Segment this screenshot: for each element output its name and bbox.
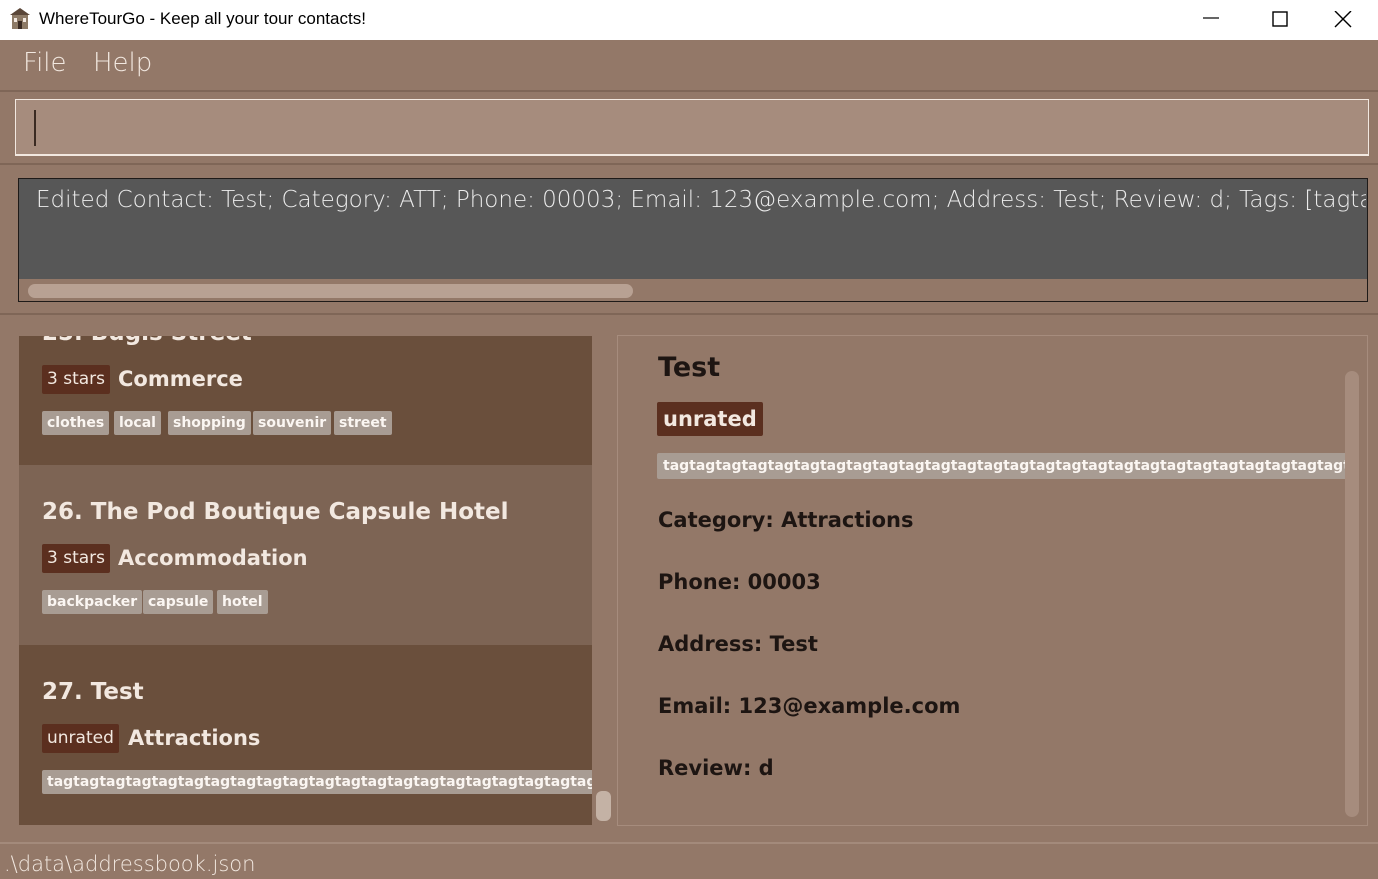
detail-email: Email: 123@example.com [658,694,961,718]
text-caret [34,110,36,146]
tag-badge: tagtagtagtagtagtagtagtagtagtagtagtagtagt… [42,770,592,794]
list-item[interactable]: 26. The Pod Boutique Capsule Hotel 3 sta… [19,465,592,645]
detail-address: Address: Test [658,632,818,656]
detail-category: Category: Attractions [658,508,914,532]
menu-help[interactable]: Help [93,48,152,78]
tag-badge: local [114,411,161,435]
scrollbar-thumb[interactable] [28,284,633,298]
category-label: Attractions [128,726,261,750]
rating-badge: 3 stars [42,544,111,573]
detail-scrollbar[interactable] [1345,371,1359,817]
menu-file[interactable]: File [23,48,67,78]
minimize-icon [1203,17,1219,19]
rating-badge: unrated [42,724,119,753]
list-item[interactable]: 25. Bugis Street 3 stars Commerce clothe… [19,336,592,481]
tag-badge: clothes [42,411,110,435]
rating-badge: 3 stars [42,365,111,394]
result-display[interactable]: Edited Contact: Test; Category: ATT; Pho… [18,178,1368,302]
contact-name: 26. The Pod Boutique Capsule Hotel [42,499,509,525]
status-bar: .\data\addressbook.json [0,842,1378,879]
tag-badge: shopping [168,411,251,435]
category-label: Commerce [118,367,243,391]
list-item[interactable]: 27. Test unrated Attractions tagtagtagta… [19,645,592,825]
maximize-icon [1272,11,1288,27]
detail-tag-badge: tagtagtagtagtagtagtagtagtagtagtagtagtagt… [657,453,1347,479]
list-scrollbar-thumb[interactable] [596,791,611,821]
tag-badge: hotel [217,590,268,614]
result-text: Edited Contact: Test; Category: ATT; Pho… [36,187,1366,213]
detail-review: Review: d [658,756,774,780]
tag-badge: street [334,411,392,435]
minimize-button[interactable] [1176,0,1246,40]
file-path: .\data\addressbook.json [4,852,256,876]
contact-list[interactable]: 25. Bugis Street 3 stars Commerce clothe… [19,336,592,825]
tag-badge: souvenir [253,411,332,435]
app-house-icon [10,8,30,29]
close-icon [1334,11,1352,28]
command-input[interactable] [15,99,1369,156]
tag-badge: capsule [143,590,214,614]
divider [0,90,1378,92]
detail-phone: Phone: 00003 [658,570,821,594]
contact-name: 27. Test [42,679,144,705]
contact-name: 25. Bugis Street [42,336,252,346]
divider [0,163,1378,165]
menu-bar: File Help [0,40,1378,90]
window-title: WhereTourGo - Keep all your tour contact… [39,9,366,28]
category-label: Accommodation [118,546,308,570]
detail-rating-badge: unrated [657,402,763,436]
contact-detail-panel: Test unrated tagtagtagtagtagtagtagtagtag… [617,335,1368,826]
title-bar: WhereTourGo - Keep all your tour contact… [0,0,1378,40]
divider [0,313,1378,315]
detail-name: Test [658,352,721,383]
tag-badge: backpacker [42,590,143,614]
maximize-button[interactable] [1245,0,1315,40]
horizontal-scrollbar[interactable] [19,279,1367,301]
close-button[interactable] [1308,0,1378,40]
